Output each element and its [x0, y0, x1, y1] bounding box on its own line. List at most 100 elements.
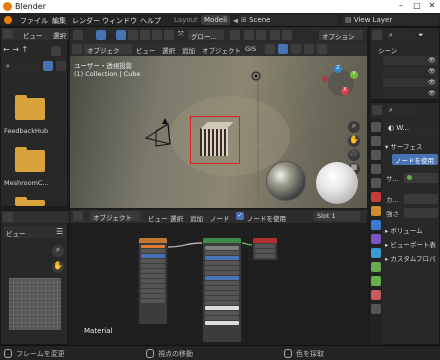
folder-name[interactable]: FeedbackHub: [4, 127, 48, 135]
mode-selector[interactable]: オブジェクト...: [84, 44, 132, 65]
zoom-icon[interactable]: ⌕: [52, 245, 64, 257]
object-selector[interactable]: ◐ W...: [385, 123, 439, 134]
viewport-overlay-icon[interactable]: [265, 44, 275, 54]
editor-type-icon[interactable]: [372, 30, 382, 40]
filter-button[interactable]: [56, 61, 66, 71]
editor-type-icon[interactable]: [73, 211, 83, 221]
hand-pan-icon[interactable]: ✋: [52, 261, 64, 273]
menu-window[interactable]: ウィンドウ: [102, 16, 137, 26]
nav-arrows-icon[interactable]: ← → ↑: [3, 45, 28, 54]
properties-search[interactable]: ⌕: [386, 105, 422, 116]
constraints-tab-icon[interactable]: [371, 262, 381, 272]
viewport-add-menu[interactable]: 追加: [182, 45, 195, 55]
menu-render[interactable]: レンダー: [72, 16, 100, 26]
node-select-menu[interactable]: 選択: [170, 213, 183, 223]
file-view-menu[interactable]: ビュー: [23, 30, 43, 40]
refresh-icon[interactable]: [51, 46, 61, 56]
surface-shader-field[interactable]: [404, 173, 438, 183]
color-field[interactable]: [404, 194, 438, 204]
pivot-icon[interactable]: [230, 30, 240, 40]
visibility-eye-icon[interactable]: 👁: [428, 68, 436, 75]
editor-type-icon[interactable]: [73, 30, 83, 40]
viewport-gis-menu[interactable]: GIS: [245, 45, 256, 53]
menu-edit[interactable]: 編集: [52, 16, 66, 26]
material-shading-icon[interactable]: [304, 44, 314, 54]
snap-icon[interactable]: [244, 30, 254, 40]
custom-props-section-header[interactable]: ▸ カスタムプロパ: [385, 253, 435, 263]
menu-help[interactable]: ヘルプ: [140, 16, 161, 26]
node-mode-selector[interactable]: オブジェクト: [90, 211, 140, 222]
scene-selector[interactable]: ⊞ Scene: [238, 15, 338, 26]
principled-bsdf-node[interactable]: [202, 237, 242, 343]
file-filter-field[interactable]: ⌕: [3, 61, 39, 72]
image-canvas-grid[interactable]: [9, 278, 61, 330]
select-intersect-icon[interactable]: [164, 30, 174, 40]
render-tab-icon[interactable]: [371, 136, 381, 146]
visibility-eye-icon[interactable]: 👁: [428, 90, 436, 97]
display-mode-button[interactable]: [43, 61, 53, 71]
render-shading-icon[interactable]: [317, 44, 327, 54]
view-layer-selector[interactable]: ▤ View Layer: [342, 15, 438, 26]
volume-section-header[interactable]: ▸ ボリューム: [385, 225, 423, 235]
falloff-icon[interactable]: [282, 30, 292, 40]
tab-modeling[interactable]: Modeli: [201, 15, 230, 25]
menu-file[interactable]: ファイル: [20, 16, 48, 26]
visibility-eye-icon[interactable]: 👁: [428, 79, 436, 86]
material-tab-icon[interactable]: [371, 290, 381, 300]
surface-section-header[interactable]: ▾ サーフェス: [385, 141, 422, 151]
folder-icon[interactable]: [15, 147, 45, 172]
select-subtract-icon[interactable]: [140, 30, 150, 40]
viewport-view-menu[interactable]: ビュー: [136, 45, 156, 55]
folder-icon[interactable]: [15, 95, 45, 120]
blender-menu-icon[interactable]: [4, 16, 12, 24]
xray-toggle-icon[interactable]: [278, 44, 288, 54]
solid-shading-icon[interactable]: [291, 44, 301, 54]
select-extend-icon[interactable]: [128, 30, 138, 40]
proportional-edit-icon[interactable]: [270, 30, 280, 40]
maximize-icon[interactable]: □: [412, 1, 422, 11]
snap-target-icon[interactable]: [256, 30, 266, 40]
tab-layout[interactable]: Layout: [171, 15, 201, 25]
options-dropdown[interactable]: オプション: [319, 30, 363, 41]
folder-name[interactable]: MeshroomC...: [4, 179, 49, 187]
transform-orientation-icon[interactable]: ⤧: [178, 30, 184, 39]
viewport-display-section-header[interactable]: ▸ ビューポート表: [385, 239, 436, 249]
file-select-menu[interactable]: 選択: [53, 30, 66, 40]
use-nodes-button[interactable]: ノードを使用: [392, 154, 438, 165]
material-output-node[interactable]: [252, 237, 278, 261]
node-editor[interactable]: オブジェクト ビュー 選択 追加 ノード ✓ ノードを使用 Slot 1 Mat…: [70, 210, 367, 345]
node-node-menu[interactable]: ノード: [210, 213, 230, 223]
select-invert-icon[interactable]: [152, 30, 162, 40]
filter-icon[interactable]: ⏷: [418, 31, 424, 40]
texture-tab-icon[interactable]: [371, 304, 381, 314]
select-cursor-icon[interactable]: [96, 30, 106, 40]
data-tab-icon[interactable]: [371, 276, 381, 286]
particles-tab-icon[interactable]: [371, 234, 381, 244]
3d-viewport[interactable]: ユーザー・透視投影 (1) Collection | Cube Z Y X ⌕ …: [70, 56, 367, 208]
viewport-object-menu[interactable]: オブジェクト: [202, 45, 241, 55]
node-view-menu[interactable]: ビュー: [148, 213, 168, 223]
folder-icon[interactable]: [15, 197, 45, 206]
select-box-icon[interactable]: [116, 30, 126, 40]
physics-tab-icon[interactable]: [371, 248, 381, 258]
node-add-menu[interactable]: 追加: [190, 213, 203, 223]
cube-object[interactable]: [200, 128, 228, 156]
orientation-selector[interactable]: グロー...: [188, 30, 224, 41]
viewport-select-menu[interactable]: 選択: [162, 45, 175, 55]
close-icon[interactable]: ✕: [427, 1, 437, 11]
editor-type-icon[interactable]: [72, 44, 82, 54]
minimize-icon[interactable]: –: [396, 1, 406, 11]
modifier-tab-icon[interactable]: [371, 220, 381, 230]
world-tab-icon[interactable]: [371, 192, 381, 202]
editor-type-icon[interactable]: [3, 212, 13, 222]
object-tab-icon[interactable]: [371, 206, 381, 216]
texture-node[interactable]: [138, 237, 168, 325]
output-tab-icon[interactable]: [371, 150, 381, 160]
use-nodes-checkbox[interactable]: ✓: [236, 212, 244, 220]
tool-tab-icon[interactable]: [371, 122, 381, 132]
material-slot-selector[interactable]: Slot 1: [314, 211, 360, 221]
editor-type-icon[interactable]: [372, 105, 382, 115]
view-layer-tab-icon[interactable]: [371, 164, 381, 174]
outliner-search[interactable]: ⌕: [386, 30, 414, 41]
menu-icon[interactable]: ☰: [56, 227, 63, 236]
